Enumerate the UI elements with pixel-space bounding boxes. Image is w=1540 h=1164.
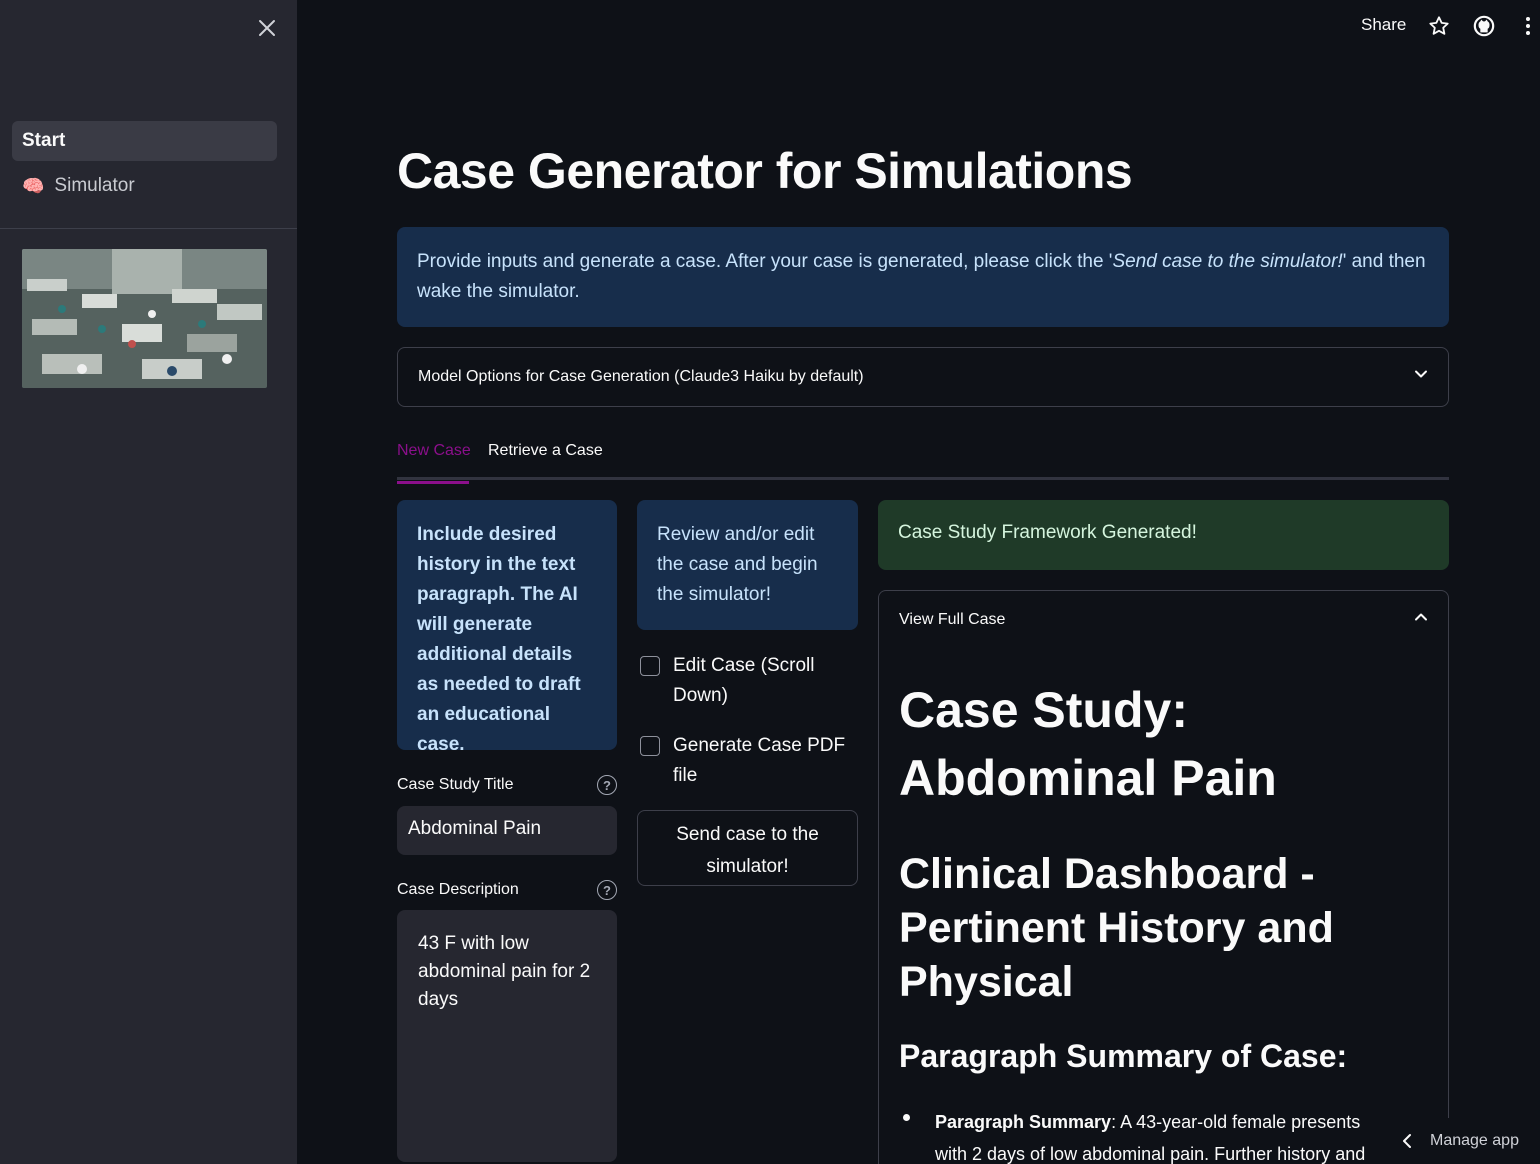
checkbox-box[interactable] — [640, 656, 660, 676]
info-text-start: Provide inputs and generate a case. Afte… — [417, 251, 1113, 272]
history-info-box: Include desired history in the text para… — [397, 500, 617, 755]
tab-label: Retrieve a Case — [488, 442, 603, 459]
tab-label: New Case — [397, 442, 471, 459]
success-alert: Case Study Framework Generated! — [878, 500, 1449, 570]
case-heading: Case Study: Abdominal Pain — [899, 682, 1277, 806]
dashboard-heading: Clinical Dashboard - Pertinent History a… — [899, 850, 1334, 1006]
chevron-left-icon — [1402, 1133, 1412, 1149]
sidebar-item-start[interactable]: Start — [12, 121, 277, 161]
share-button[interactable]: Share — [1361, 15, 1406, 35]
tab-new-case[interactable]: New Case — [397, 442, 471, 484]
case-title-label: Case Study Title — [397, 776, 514, 793]
generate-pdf-checkbox[interactable]: Generate Case PDF file — [640, 731, 855, 791]
checkbox-label: Edit Case (Scroll Down) — [673, 655, 815, 706]
info-banner: Provide inputs and generate a case. Afte… — [397, 227, 1449, 327]
manage-app-label: Manage app — [1430, 1132, 1519, 1149]
sidebar-divider — [0, 228, 297, 229]
case-description-label: Case Description — [397, 881, 519, 898]
expander-header[interactable]: View Full Case — [879, 591, 1448, 648]
brain-icon: 🧠 — [22, 175, 45, 196]
info-text-emphasis: Send case to the simulator! — [1112, 251, 1343, 272]
case-title-input[interactable]: Abdominal Pain — [397, 806, 617, 855]
page-title: Case Generator for Simulations — [397, 143, 1133, 199]
checkbox-box[interactable] — [640, 736, 660, 756]
hospital-ward-image — [22, 249, 267, 388]
review-info-box: Review and/or edit the case and begin th… — [637, 500, 858, 630]
manage-app-button[interactable]: Manage app — [1378, 1118, 1540, 1164]
chevron-up-icon — [1414, 610, 1428, 629]
star-icon[interactable] — [1427, 14, 1451, 38]
sidebar-item-label: Simulator — [54, 175, 135, 196]
edit-case-checkbox[interactable]: Edit Case (Scroll Down) — [640, 651, 855, 711]
sidebar-item-label: Start — [22, 130, 66, 151]
help-icon[interactable]: ? — [597, 880, 617, 900]
chevron-down-icon — [1414, 367, 1428, 386]
summary-heading: Paragraph Summary of Case: — [899, 1038, 1348, 1074]
tab-bar: New Case Retrieve a Case — [397, 438, 1449, 484]
summary-bullet: Paragraph Summary: A 43-year-old female … — [935, 1106, 1395, 1164]
github-icon[interactable] — [1472, 14, 1496, 38]
close-icon[interactable] — [255, 16, 279, 40]
bullet-bold-label: Paragraph Summary — [935, 1112, 1112, 1132]
sidebar-item-simulator[interactable]: 🧠 Simulator — [12, 166, 277, 206]
model-options-expander[interactable]: Model Options for Case Generation (Claud… — [397, 347, 1449, 407]
expander-header[interactable]: Model Options for Case Generation (Claud… — [398, 348, 1448, 405]
bullet-dot — [903, 1114, 910, 1121]
case-description-textarea[interactable]: 43 F with low abdominal pain for 2 days — [397, 910, 617, 1162]
tab-retrieve-case[interactable]: Retrieve a Case — [488, 442, 603, 480]
sidebar: Start 🧠 Simulator — [0, 0, 297, 1164]
tab-active-indicator — [397, 481, 469, 484]
expander-label: Model Options for Case Generation (Claud… — [418, 367, 864, 385]
more-vertical-icon[interactable] — [1516, 14, 1540, 38]
expander-label: View Full Case — [899, 610, 1006, 628]
send-to-simulator-button[interactable]: Send case to the simulator! — [637, 810, 858, 886]
checkbox-label: Generate Case PDF file — [673, 735, 846, 786]
help-icon[interactable]: ? — [597, 775, 617, 795]
